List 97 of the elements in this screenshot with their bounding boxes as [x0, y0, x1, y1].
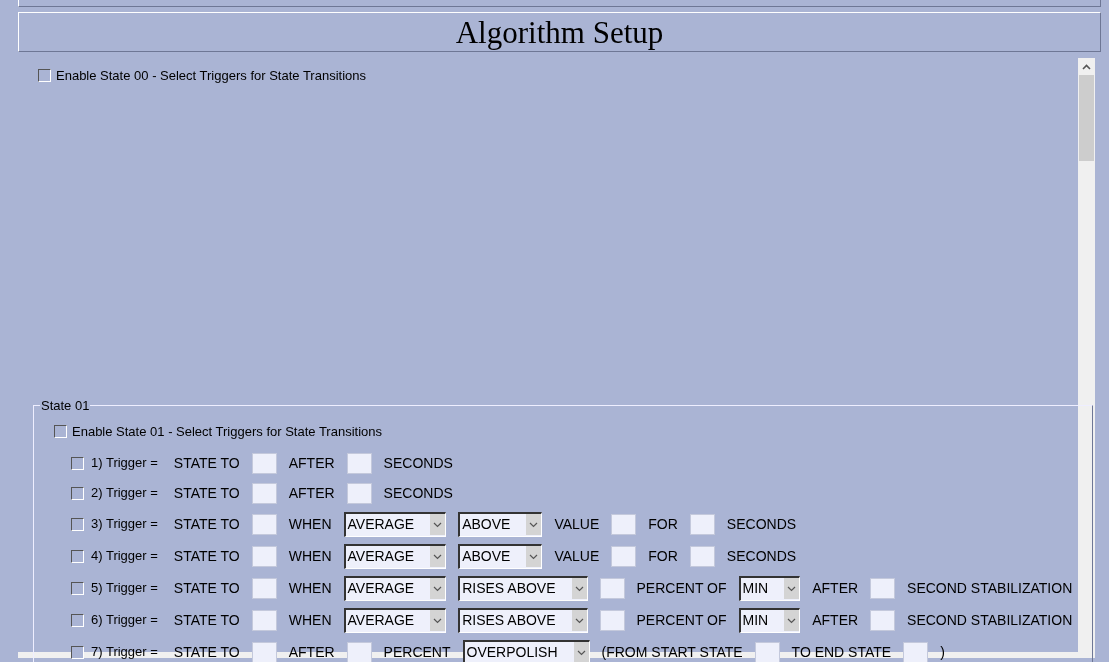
dropdown[interactable]: MIN — [738, 575, 801, 601]
input-field[interactable] — [346, 452, 372, 474]
chevron-down-icon — [574, 585, 584, 592]
field-label: AFTER — [812, 610, 859, 630]
field-label: SECONDS — [726, 546, 797, 566]
group-title: State 01 — [40, 397, 91, 415]
input-field[interactable] — [903, 641, 929, 662]
field-label: STATE TO — [173, 453, 240, 473]
field-label: AFTER — [288, 453, 335, 473]
checkbox[interactable] — [71, 613, 84, 627]
field-label: AFTER — [288, 483, 335, 503]
input-field[interactable] — [611, 513, 637, 535]
dropdown[interactable]: OVERPOLISH — [462, 639, 590, 662]
field-label: TO END STATE — [791, 642, 892, 662]
field-label: SECONDS — [383, 483, 453, 503]
field-label: PERCENT OF — [636, 578, 727, 598]
chevron-down-icon — [529, 553, 539, 560]
chevron-down-icon — [433, 617, 443, 624]
field-label: SECOND STABILIZATION — [907, 578, 1073, 598]
field-label: WHEN — [288, 610, 332, 630]
checkbox[interactable] — [38, 69, 51, 83]
dropdown[interactable]: AVERAGE — [343, 607, 447, 633]
field-label: WHEN — [288, 546, 332, 566]
dropdown[interactable]: AVERAGE — [343, 575, 447, 601]
field-label: WHEN — [288, 578, 332, 598]
field-label: PERCENT OF — [636, 610, 727, 630]
input-field[interactable] — [870, 609, 896, 631]
chevron-down-icon — [576, 649, 586, 656]
page-title: Algorithm Setup — [455, 16, 664, 48]
checkbox[interactable] — [71, 456, 84, 470]
chevron-down-icon — [787, 585, 797, 592]
field-label: SECONDS — [383, 453, 453, 473]
trigger-label: 5) Trigger = — [91, 579, 158, 598]
input-field[interactable] — [251, 452, 277, 474]
chevron-down-icon — [433, 553, 443, 560]
input-field[interactable] — [251, 545, 277, 567]
field-label: STATE TO — [173, 578, 240, 598]
checkbox[interactable] — [71, 486, 84, 500]
input-field[interactable] — [870, 577, 896, 599]
chevron-down-icon — [529, 521, 539, 528]
trigger-label: 3) Trigger = — [91, 515, 158, 534]
field-label: SECOND STABILIZATION — [907, 610, 1073, 630]
trigger-label: 6) Trigger = — [91, 611, 158, 630]
field-label: STATE TO — [173, 514, 240, 534]
chevron-down-icon — [574, 617, 584, 624]
dropdown[interactable]: ABOVE — [458, 543, 543, 569]
dropdown[interactable]: ABOVE — [458, 511, 543, 537]
scrollbar-thumb[interactable] — [1079, 75, 1094, 161]
input-field[interactable] — [346, 641, 372, 662]
chevron-down-icon — [787, 617, 797, 624]
input-field[interactable] — [599, 609, 625, 631]
dropdown[interactable]: RISES ABOVE — [458, 575, 588, 601]
dropdown[interactable]: AVERAGE — [343, 543, 447, 569]
vertical-scrollbar[interactable] — [1078, 58, 1095, 658]
field-label: AFTER — [288, 642, 335, 662]
input-field[interactable] — [346, 482, 372, 504]
field-label: FOR — [648, 546, 678, 566]
field-label: STATE TO — [173, 642, 240, 662]
field-label: VALUE — [554, 514, 600, 534]
trigger-label: 1) Trigger = — [91, 454, 158, 473]
checkbox-label: Enable State 01 - Select Triggers for State Transitions — [72, 422, 382, 441]
field-label: VALUE — [554, 546, 600, 566]
field-label: PERCENT — [383, 642, 451, 662]
checkbox[interactable] — [54, 424, 67, 438]
chevron-down-icon — [433, 585, 443, 592]
trigger-label: 7) Trigger = — [91, 643, 158, 662]
chevron-up-icon — [1082, 63, 1091, 70]
input-field[interactable] — [754, 641, 780, 662]
field-label: STATE TO — [173, 546, 240, 566]
input-field[interactable] — [251, 577, 277, 599]
dropdown[interactable]: AVERAGE — [343, 511, 447, 537]
field-label: (FROM START STATE — [601, 642, 743, 662]
field-label: SECONDS — [726, 514, 797, 534]
dropdown[interactable]: RISES ABOVE — [458, 607, 588, 633]
dropdown[interactable]: MIN — [738, 607, 801, 633]
input-field[interactable] — [689, 513, 715, 535]
field-label: WHEN — [288, 514, 332, 534]
checkbox[interactable] — [71, 549, 84, 563]
input-field[interactable] — [689, 545, 715, 567]
input-field[interactable] — [251, 641, 277, 662]
trigger-label: 2) Trigger = — [91, 484, 158, 503]
checkbox-label: Enable State 00 - Select Triggers for State Transitions — [56, 67, 366, 85]
field-label: AFTER — [812, 578, 859, 598]
field-label: FOR — [648, 514, 678, 534]
input-field[interactable] — [251, 609, 277, 631]
input-field[interactable] — [251, 513, 277, 535]
chevron-down-icon — [433, 521, 443, 528]
checkbox[interactable] — [71, 517, 84, 531]
trigger-label: 4) Trigger = — [91, 547, 158, 566]
checkbox[interactable] — [71, 645, 84, 659]
input-field[interactable] — [599, 577, 625, 599]
field-label: STATE TO — [173, 483, 240, 503]
input-field[interactable] — [611, 545, 637, 567]
input-field[interactable] — [251, 482, 277, 504]
checkbox[interactable] — [71, 581, 84, 595]
field-label: STATE TO — [173, 610, 240, 630]
field-label: ) — [940, 642, 945, 662]
